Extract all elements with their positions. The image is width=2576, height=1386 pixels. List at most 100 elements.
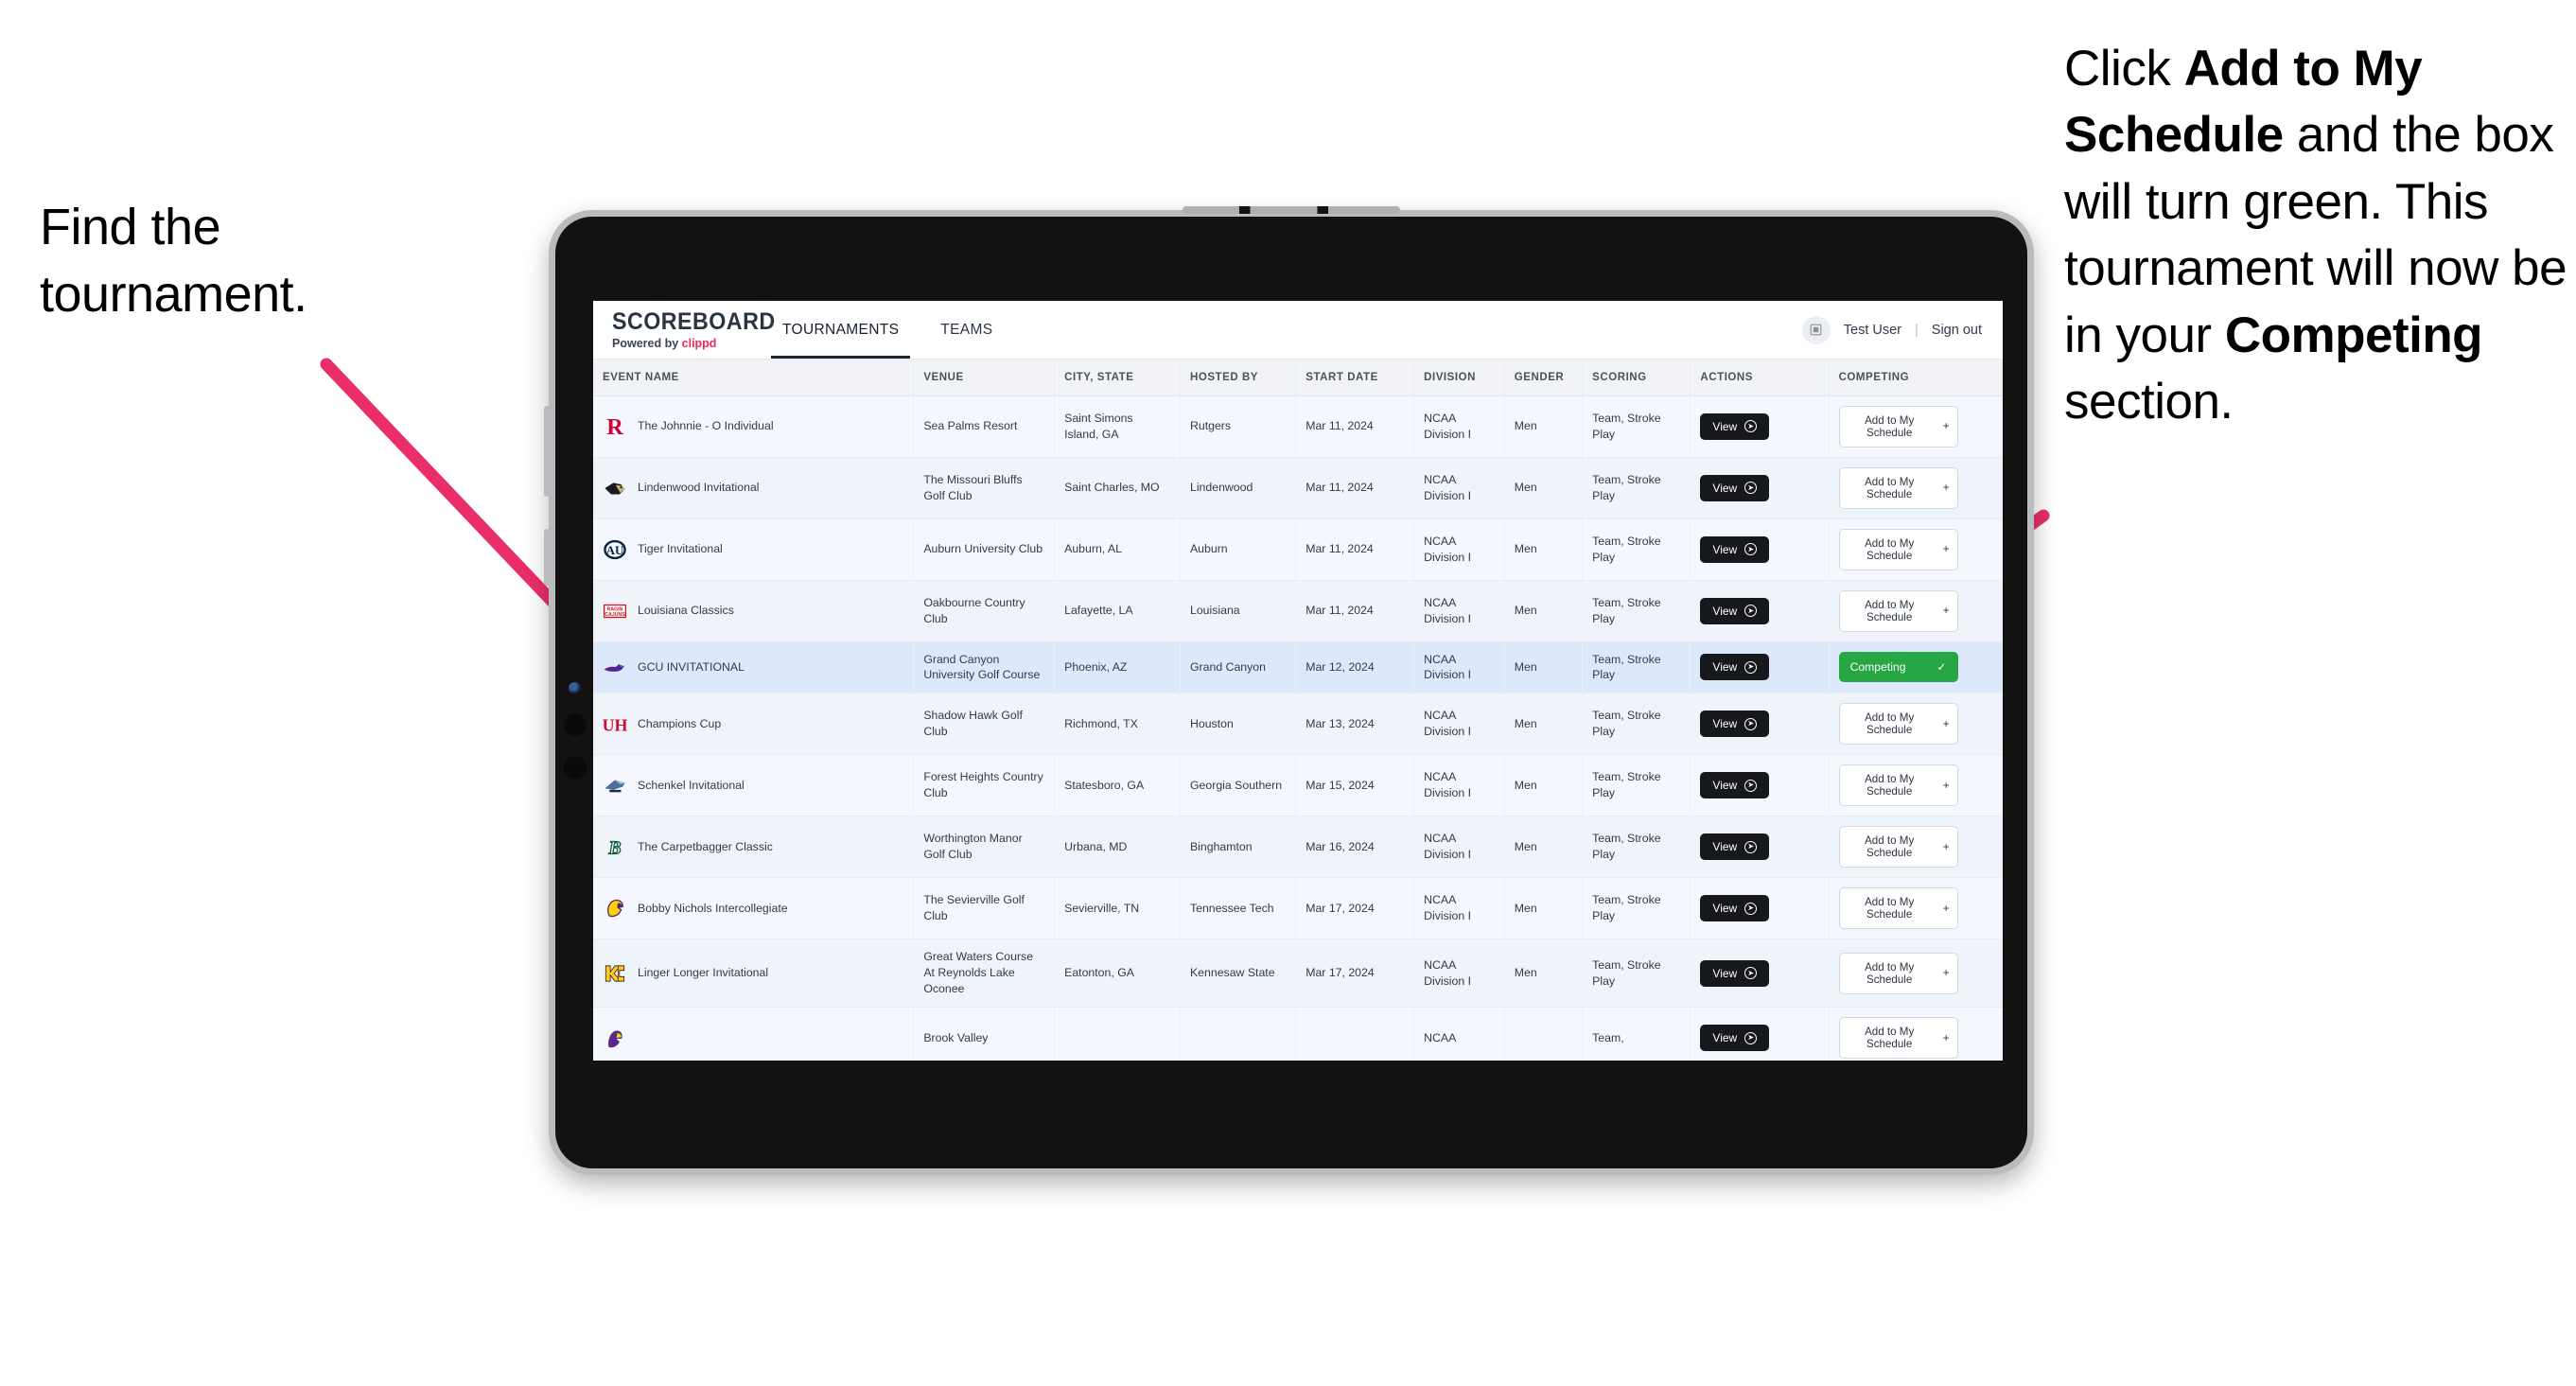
app-header: SCOREBOARD Powered by clippd TOURNAMENTS… <box>593 301 2003 360</box>
cell-scoring: Team, Stroke Play <box>1582 939 1691 1009</box>
col-venue[interactable]: VENUE <box>913 360 1056 396</box>
brand-logo[interactable]: SCOREBOARD Powered by clippd <box>593 301 776 359</box>
volume-down-button[interactable] <box>544 529 551 586</box>
view-button-label: View <box>1712 966 1738 980</box>
cell-actions: View ➤ <box>1690 877 1830 940</box>
view-button[interactable]: View ➤ <box>1700 772 1770 799</box>
table-row[interactable]: Lindenwood Invitational The Missouri Bluf… <box>593 457 2003 519</box>
col-city-state[interactable]: CITY, STATE <box>1054 360 1181 396</box>
table-row[interactable]: B The Carpetbagger Classic Worthington Man… <box>593 816 2003 879</box>
arrow-right-circle-icon: ➤ <box>1744 717 1758 730</box>
view-button[interactable]: View ➤ <box>1700 597 1770 624</box>
tab-teams-label: TEAMS <box>940 321 993 338</box>
col-division[interactable]: DIVISION <box>1413 360 1505 396</box>
cell-venue: Great Waters Course At Reynolds Lake Oco… <box>913 939 1056 1009</box>
cell-competing: Add to My Schedule + <box>1829 877 2003 940</box>
event-name-text: The Carpetbagger Classic <box>638 839 773 853</box>
table-row[interactable]: Brook Valley NCAA Team, View ➤ Add to My Sche… <box>593 1007 2003 1061</box>
sign-out-link[interactable]: Sign out <box>1932 323 1982 338</box>
add-to-my-schedule-label: Add to My Schedule <box>1865 536 1915 562</box>
view-button[interactable]: View ➤ <box>1700 654 1770 681</box>
view-button[interactable]: View ➤ <box>1700 833 1770 861</box>
arrow-right-circle-icon: ➤ <box>1744 902 1758 915</box>
view-button[interactable]: View ➤ <box>1700 959 1770 987</box>
brand-powered-prefix: Powered by <box>612 337 682 350</box>
add-to-my-schedule-label: Add to My Schedule <box>1865 598 1915 623</box>
add-to-my-schedule-button[interactable]: Add to My Schedule + <box>1838 952 1958 994</box>
plus-icon: + <box>1942 717 1950 730</box>
tab-teams[interactable]: TEAMS <box>920 301 1013 359</box>
cell-city-state: Lafayette, LA <box>1054 580 1181 642</box>
competing-button[interactable]: Competing ✓ <box>1838 652 1958 683</box>
binghamton-logo: B <box>603 834 627 859</box>
svg-text:UH: UH <box>603 716 627 735</box>
col-gender[interactable]: GENDER <box>1504 360 1584 396</box>
cell-gender: Men <box>1504 457 1584 519</box>
cell-scoring: Team, Stroke Play <box>1582 457 1691 519</box>
cell-venue: The Missouri Bluffs Golf Club <box>913 457 1056 519</box>
add-to-my-schedule-button[interactable]: Add to My Schedule + <box>1838 589 1958 632</box>
add-to-my-schedule-button[interactable]: Add to My Schedule + <box>1838 466 1958 509</box>
cell-division: NCAA Division I <box>1413 877 1505 940</box>
cell-scoring: Team, Stroke Play <box>1582 693 1691 756</box>
cell-gender: Men <box>1504 816 1584 879</box>
add-to-my-schedule-button[interactable]: Add to My Schedule + <box>1838 887 1958 930</box>
view-button-label: View <box>1712 419 1738 433</box>
annotation-right-bold2: Competing <box>2224 307 2483 363</box>
event-name-text: Bobby Nichols Intercollegiate <box>638 901 788 915</box>
view-button[interactable]: View ➤ <box>1700 535 1770 563</box>
volume-up-button[interactable] <box>544 406 551 497</box>
table-row[interactable]: AU Tiger Invitational Auburn University Cl… <box>593 518 2003 581</box>
view-button[interactable]: View ➤ <box>1700 895 1770 922</box>
add-to-my-schedule-label: Add to My Schedule <box>1865 475 1915 500</box>
cell-venue: Grand Canyon University Golf Course <box>913 641 1056 694</box>
add-to-my-schedule-button[interactable]: Add to My Schedule + <box>1838 528 1958 570</box>
user-badge-icon[interactable] <box>1801 315 1831 344</box>
auburn-logo: AU <box>603 537 627 562</box>
annotation-left-line1: Find the <box>40 199 221 255</box>
plus-icon: + <box>1942 779 1950 792</box>
cell-start-date <box>1295 1007 1415 1061</box>
view-button[interactable]: View ➤ <box>1700 1025 1770 1052</box>
brand-title: SCOREBOARD <box>612 308 776 335</box>
col-event-name[interactable]: EVENT NAME <box>593 360 915 396</box>
cell-gender: Men <box>1504 395 1584 458</box>
cell-event-name: R The Johnnie - O Individual <box>593 395 915 458</box>
arrow-right-circle-icon: ➤ <box>1744 967 1758 980</box>
col-hosted-by[interactable]: HOSTED BY <box>1180 360 1297 396</box>
table-row[interactable]: GCU INVITATIONAL Grand Canyon University … <box>593 641 2003 694</box>
cell-scoring: Team, Stroke Play <box>1582 518 1691 581</box>
svg-text:CAJUNS: CAJUNS <box>605 611 625 617</box>
cell-competing: Add to My Schedule + <box>1829 457 2003 519</box>
cell-division: NCAA Division I <box>1413 580 1505 642</box>
annotation-right-seg3: section. <box>2064 374 2234 430</box>
col-start-date[interactable]: START DATE <box>1295 360 1415 396</box>
add-to-my-schedule-button[interactable]: Add to My Schedule + <box>1838 703 1958 746</box>
add-to-my-schedule-button[interactable]: Add to My Schedule + <box>1838 764 1958 807</box>
table-row[interactable]: Linger Longer Invitational Great Waters C… <box>593 939 2003 1009</box>
table-row[interactable]: RAGIN CAJUNS Louisiana Classics Oakbourne C… <box>593 580 2003 642</box>
add-to-my-schedule-button[interactable]: Add to My Schedule + <box>1838 826 1958 868</box>
view-button[interactable]: View ➤ <box>1700 474 1770 501</box>
table-row[interactable]: Schenkel Invitational Forest Heights Coun… <box>593 754 2003 817</box>
cell-division: NCAA Division I <box>1413 395 1505 458</box>
cell-venue: Shadow Hawk Golf Club <box>913 693 1056 756</box>
user-name[interactable]: Test User <box>1844 323 1901 338</box>
table-row[interactable]: UH Champions Cup Shadow Hawk Golf Club Rich… <box>593 693 2003 756</box>
view-button[interactable]: View ➤ <box>1700 711 1770 738</box>
tournaments-table: EVENT NAME VENUE CITY, STATE HOSTED BY S… <box>593 360 2003 1061</box>
table-header: EVENT NAME VENUE CITY, STATE HOSTED BY S… <box>593 360 2003 396</box>
tab-tournaments[interactable]: TOURNAMENTS <box>762 301 920 359</box>
col-scoring[interactable]: SCORING <box>1582 360 1691 396</box>
view-button-label: View <box>1712 660 1738 675</box>
add-to-my-schedule-button[interactable]: Add to My Schedule + <box>1838 405 1958 447</box>
cell-venue: Sea Palms Resort <box>913 395 1056 458</box>
add-to-my-schedule-button[interactable]: Add to My Schedule + <box>1838 1017 1958 1060</box>
cell-hosted-by: Lindenwood <box>1180 457 1297 519</box>
cell-start-date: Mar 15, 2024 <box>1295 754 1415 817</box>
cell-hosted-by: Binghamton <box>1180 816 1297 879</box>
table-row[interactable]: R The Johnnie - O Individual Sea Palms Res… <box>593 395 2003 458</box>
view-button[interactable]: View ➤ <box>1700 412 1770 440</box>
table-row[interactable]: Bobby Nichols Intercollegiate The Sevierv… <box>593 877 2003 940</box>
view-button-label: View <box>1712 902 1738 916</box>
